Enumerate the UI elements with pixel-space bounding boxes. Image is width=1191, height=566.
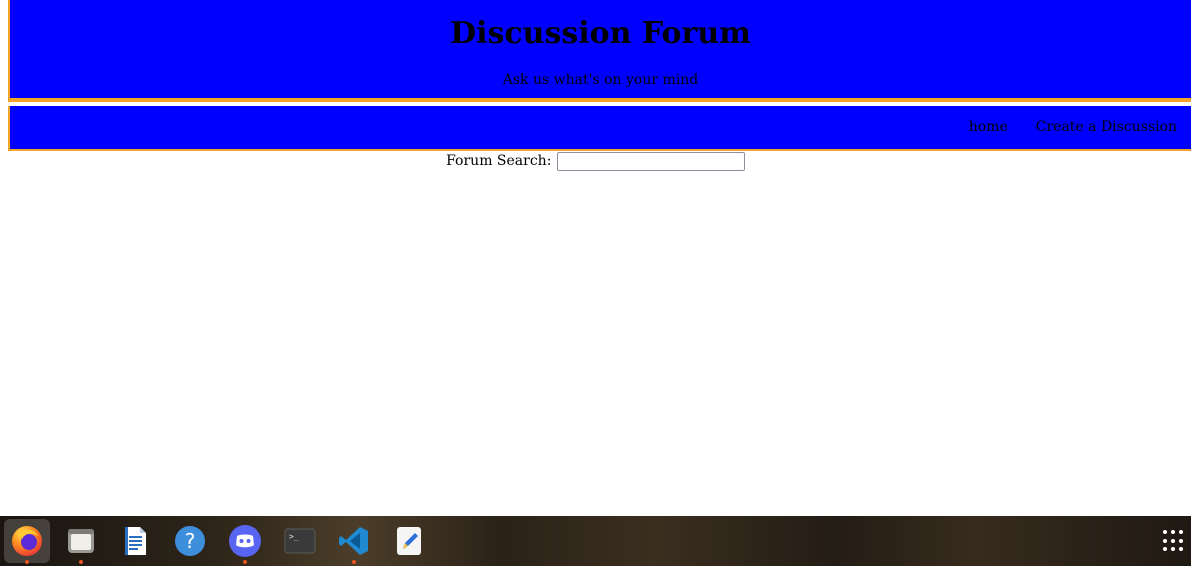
text-editor-icon [397, 527, 421, 555]
discord-icon [229, 525, 261, 557]
dock-vscode[interactable] [331, 519, 377, 564]
dock-writer[interactable] [112, 519, 158, 563]
svg-text:>_: >_ [289, 532, 299, 541]
help-icon: ? [175, 526, 205, 556]
dock-text-editor[interactable] [386, 519, 432, 563]
page-subtitle: Ask us what's on your mind [502, 72, 699, 88]
dock-files[interactable] [58, 519, 104, 564]
forum-search: Forum Search: [0, 151, 1191, 171]
app-grid-icon[interactable] [1163, 530, 1185, 552]
nav-bar: home Create a Discussion [8, 106, 1191, 151]
dock-firefox[interactable] [4, 519, 50, 564]
files-icon [68, 529, 94, 553]
firefox-icon [12, 526, 42, 556]
running-indicator [352, 560, 356, 564]
search-input[interactable] [556, 151, 745, 171]
running-indicator [25, 560, 29, 564]
nav-link-create-discussion[interactable]: Create a Discussion [1036, 119, 1177, 136]
page-title: Discussion Forum [450, 16, 751, 51]
vscode-icon [339, 527, 368, 555]
nav-link-home[interactable]: home [969, 119, 1008, 136]
browser-page: Discussion Forum Ask us what's on your m… [0, 0, 1191, 566]
dock-terminal[interactable]: >_ [277, 519, 323, 563]
site-header: Discussion Forum Ask us what's on your m… [8, 0, 1191, 102]
dock-discord[interactable] [222, 519, 268, 564]
search-label: Forum Search: [446, 153, 552, 169]
writer-icon [125, 527, 146, 555]
svg-text:?: ? [185, 529, 196, 553]
nav-links: home Create a Discussion [969, 119, 1177, 136]
running-indicator [243, 560, 247, 564]
dock-help[interactable]: ? [167, 519, 213, 563]
running-indicator [79, 560, 83, 564]
taskbar: ? >_ [0, 516, 1191, 566]
terminal-icon: >_ [284, 528, 316, 554]
